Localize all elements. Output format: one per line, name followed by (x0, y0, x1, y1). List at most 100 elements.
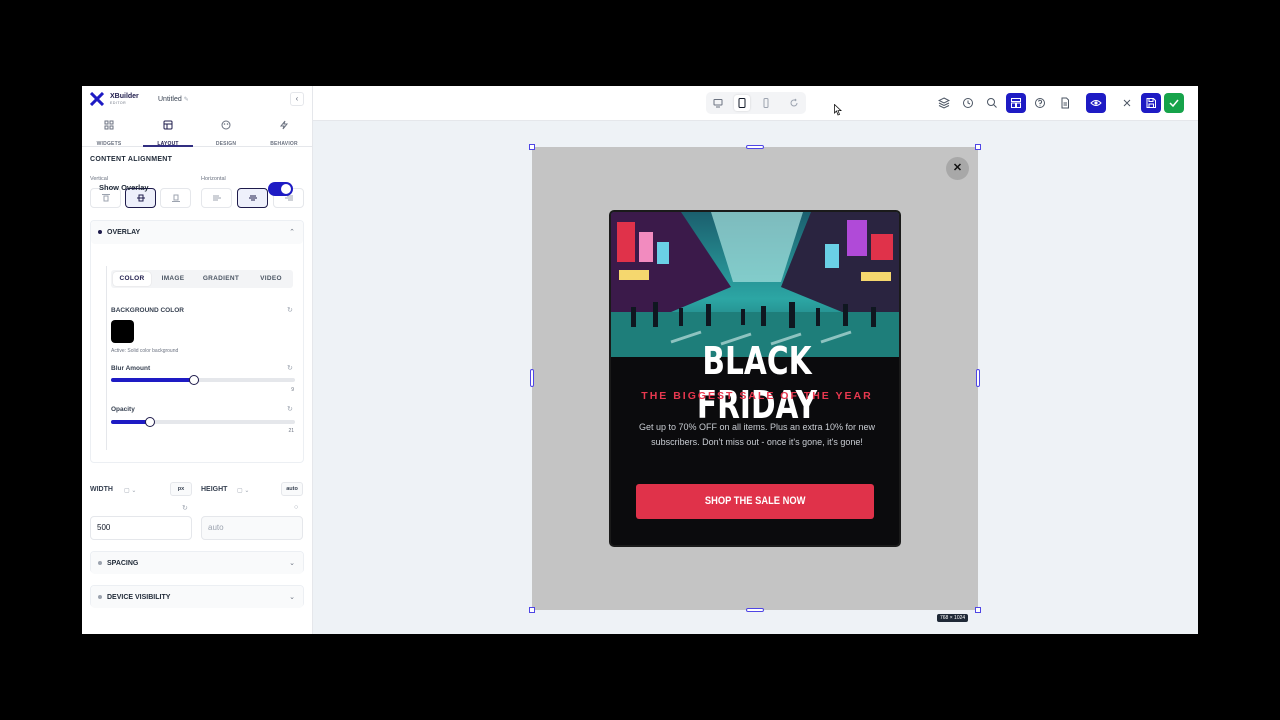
close-editor-button[interactable] (1117, 93, 1137, 113)
canvas-size-badge: 768 × 1024 (937, 614, 969, 622)
sidebar-header: XBuilder EDITOR Untitled ✎ ‹ (82, 86, 313, 113)
spacing-panel-header[interactable]: SPACING ⌄ (91, 552, 303, 574)
blur-amount-label: Blur Amount (111, 365, 151, 372)
align-center-button[interactable] (237, 188, 268, 208)
desktop-view-button[interactable] (710, 95, 726, 111)
popup-close-button[interactable]: ✕ (946, 157, 969, 180)
collapse-sidebar-button[interactable]: ‹ (290, 92, 304, 106)
tab-widgets[interactable]: WIDGETS (84, 115, 134, 147)
resize-handle-top-left[interactable] (529, 144, 535, 150)
search-icon (987, 98, 997, 108)
device-visibility-panel[interactable]: DEVICE VISIBILITY ⌄ (90, 585, 304, 608)
resize-handle-right[interactable] (976, 369, 980, 387)
chevron-down-icon: ⌄ (289, 560, 295, 567)
opacity-slider[interactable] (111, 417, 295, 427)
blur-slider-thumb[interactable] (188, 375, 199, 385)
link-icon[interactable]: ▢ ⌄ (124, 487, 136, 494)
preview-button[interactable] (1086, 93, 1106, 113)
document-title[interactable]: Untitled ✎ (158, 96, 189, 103)
overlay-tab-color[interactable]: COLOR (113, 272, 151, 286)
align-left-button[interactable] (201, 188, 232, 208)
overlay-settings: COLOR IMAGE GRADIENT VIDEO BACKGROUND CO… (106, 266, 296, 450)
width-input[interactable]: 500 (90, 516, 192, 540)
reset-icon[interactable]: ↻ (182, 504, 188, 512)
publish-button[interactable] (1164, 93, 1184, 113)
blur-slider-fill (111, 378, 194, 382)
overlay-panel-header[interactable]: OVERLAY ⌃ (91, 221, 303, 244)
resize-handle-bottom[interactable] (746, 608, 764, 612)
overlay-type-tabs: COLOR IMAGE GRADIENT VIDEO (111, 270, 293, 288)
tab-behavior[interactable]: BEHAVIOR (259, 115, 309, 147)
blur-value: 9 (291, 387, 294, 393)
resize-handle-left[interactable] (530, 369, 534, 387)
rotate-button[interactable] (786, 95, 802, 111)
tab-layout[interactable]: LAYOUT (143, 115, 193, 147)
content-alignment-title: CONTENT ALIGNMENT (90, 156, 173, 163)
spacing-title: SPACING (107, 560, 139, 567)
save-button[interactable] (1141, 93, 1161, 113)
document-icon (1061, 97, 1069, 109)
xbuilder-logo-icon (90, 92, 104, 106)
horizontal-label: Horizontal (201, 176, 226, 182)
width-unit-button[interactable]: px (170, 482, 192, 496)
reset-icon[interactable]: ○ (294, 504, 298, 511)
search-button[interactable] (982, 93, 1002, 113)
resize-handle-top[interactable] (746, 145, 764, 149)
height-input[interactable]: auto (201, 516, 303, 540)
background-color-note: Active: Solid color background (111, 348, 179, 354)
section-dot (98, 595, 102, 599)
popup-card[interactable]: BLACK FRIDAY THE BIGGEST SALE OF THE YEA… (609, 210, 901, 547)
device-visibility-header[interactable]: DEVICE VISIBILITY ⌄ (91, 586, 303, 608)
template-icon (1011, 98, 1021, 108)
reset-icon[interactable]: ↻ (287, 405, 293, 413)
overlay-tab-image[interactable]: IMAGE (155, 272, 191, 286)
tablet-view-button[interactable] (734, 95, 750, 111)
document-button[interactable] (1055, 93, 1075, 113)
toggle-knob (281, 184, 291, 194)
tab-label: WIDGETS (96, 141, 122, 147)
mobile-view-button[interactable] (758, 95, 774, 111)
resize-handle-bottom-right[interactable] (975, 607, 981, 613)
tab-design[interactable]: DESIGN (201, 115, 251, 147)
resize-handle-bottom-left[interactable] (529, 607, 535, 613)
editor-app: XBuilder EDITOR Untitled ✎ ‹ WIDGETS LAYO… (82, 86, 1198, 634)
templates-button[interactable] (1006, 93, 1026, 113)
show-overlay-toggle[interactable] (268, 182, 293, 196)
history-button[interactable] (958, 93, 978, 113)
top-toolbar (313, 86, 1198, 121)
tablet-frame[interactable]: ✕ BLACK FRIDAY THE BIGGEST SALE OF THE Y… (532, 147, 978, 610)
blur-slider[interactable] (111, 375, 295, 385)
pencil-icon: ✎ (183, 97, 189, 103)
width-label: WIDTH (90, 486, 113, 493)
vertical-label: Vertical (90, 176, 109, 182)
clock-icon (963, 98, 973, 108)
rotate-icon (790, 98, 798, 107)
background-color-label: BACKGROUND COLOR (111, 307, 184, 314)
link-icon[interactable]: ▢ ⌄ (237, 487, 249, 494)
document-title-text: Untitled (158, 96, 182, 103)
align-bottom-icon (171, 194, 180, 202)
eye-icon (1090, 100, 1102, 106)
height-label: HEIGHT (201, 486, 228, 493)
brand: XBuilder EDITOR (110, 93, 139, 107)
overlay-tab-video[interactable]: VIDEO (251, 272, 291, 286)
spacing-panel[interactable]: SPACING ⌄ (90, 551, 304, 574)
resize-handle-top-right[interactable] (975, 144, 981, 150)
height-unit-button[interactable]: auto (281, 482, 303, 496)
reset-icon[interactable]: ↻ (287, 364, 293, 372)
background-color-swatch[interactable] (111, 320, 134, 343)
help-icon (1035, 98, 1045, 108)
popup-subtitle: THE BIGGEST SALE OF THE YEAR (641, 390, 873, 402)
opacity-slider-thumb[interactable] (144, 417, 155, 427)
align-bottom-button[interactable] (160, 188, 191, 208)
reset-icon[interactable]: ↻ (287, 306, 293, 314)
opacity-slider-fill (111, 420, 150, 424)
layers-button[interactable] (934, 93, 954, 113)
tab-label: DESIGN (215, 141, 237, 147)
shop-the-sale-button[interactable]: SHOP THE SALE NOW (636, 484, 874, 519)
help-button[interactable] (1030, 93, 1050, 113)
sidebar-tabs: WIDGETS LAYOUT DESIGN BEHAVIOR (82, 115, 313, 147)
overlay-tab-gradient[interactable]: GRADIENT (195, 272, 247, 286)
sidebar: XBuilder EDITOR Untitled ✎ ‹ WIDGETS LAYO… (82, 86, 313, 634)
device-visibility-title: DEVICE VISIBILITY (107, 594, 171, 601)
